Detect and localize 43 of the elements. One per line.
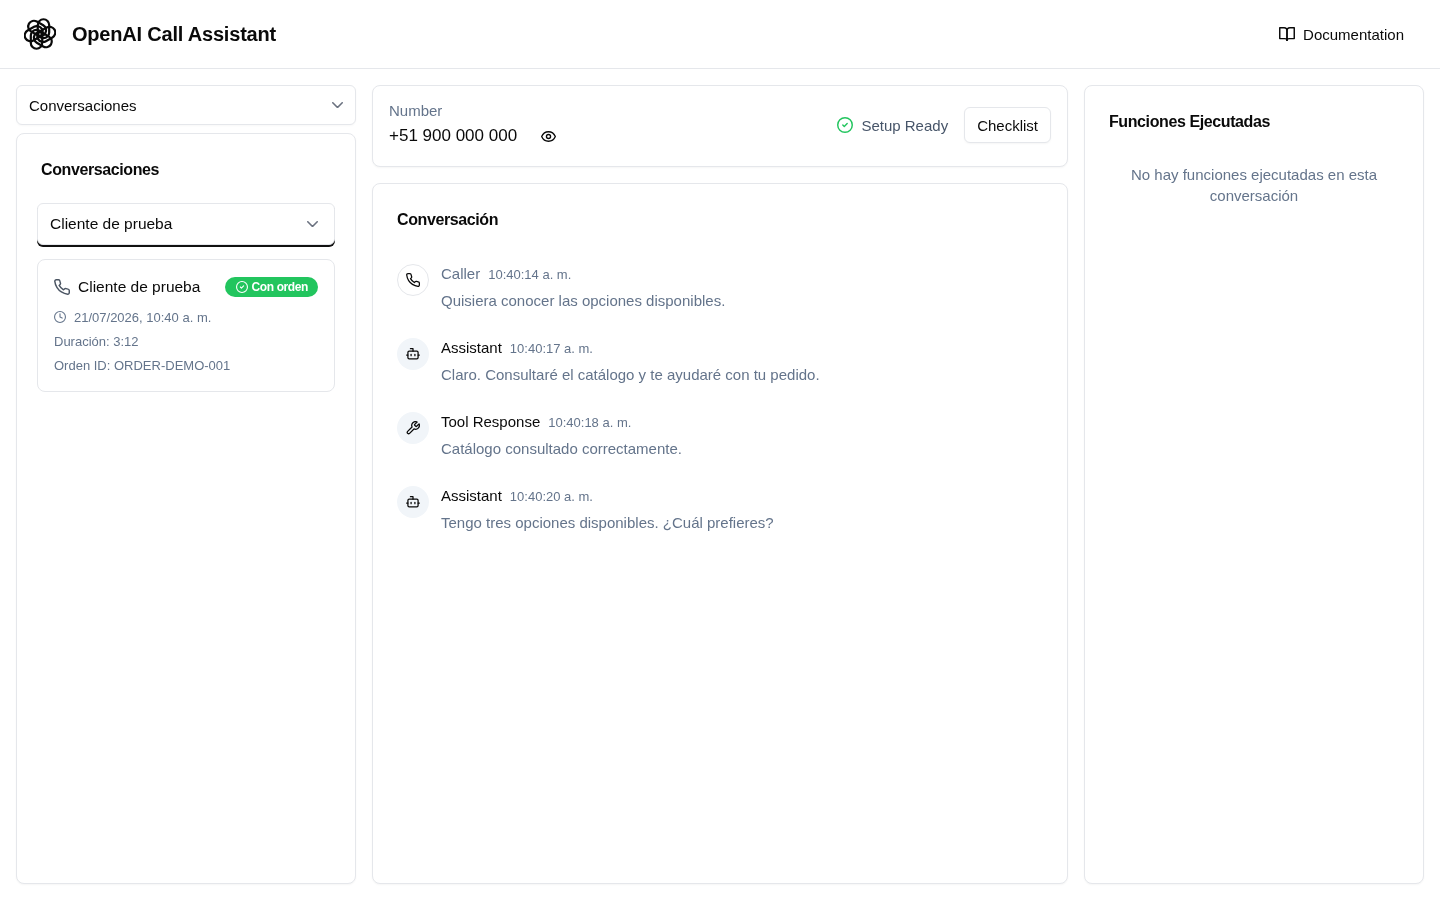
robot-icon [397,338,429,370]
setup-status: Setup Ready [861,116,949,134]
panel-heading: Conversaciones [40,160,160,180]
conversation-date: 21/07/2026, 10:40 a. m. [74,309,212,325]
order-id: Orden ID: ORDER-DEMO-001 [54,357,231,373]
client-filter-select[interactable]: Cliente de prueba [37,203,335,245]
phone-icon [54,279,70,295]
wrench-icon [397,412,429,444]
knot-logo [24,18,56,50]
check-circle-icon [837,117,854,133]
message-role: Assistant [441,338,502,358]
message-role: Assistant [441,486,502,506]
book-icon [1279,26,1296,42]
conversation-card[interactable]: Cliente de prueba Con orden 21/07/2026, 10:40 a. m. Duración: 3:12 Orden ID: ORDER-DEMO-001 [37,259,335,392]
checklist-button[interactable]: Checklist [964,107,1051,143]
chevron-down-icon [307,220,318,228]
conversation-duration: Duración: 3:12 [54,333,139,349]
message-role: Caller [441,264,481,284]
message-time: 10:40:17 a. m. [509,340,593,358]
message-text: Tengo tres opciones disponibles. ¿Cuál prefieres? [441,513,774,533]
message-role: Tool Response [441,412,541,432]
conversation-heading: Conversación [397,210,499,230]
phone-icon [397,264,429,296]
documentation-link[interactable]: Documentation [1267,17,1416,51]
badge-label: Con orden [251,280,308,294]
view-select[interactable]: Conversaciones [16,85,356,125]
robot-icon [397,486,429,518]
empty-message: No hay funciones ejecutadas en esta conversación [1130,165,1378,206]
conversation-name: Cliente de prueba [78,278,201,296]
chevron-down-icon [332,101,343,109]
eye-icon[interactable] [541,130,557,142]
message-time: 10:40:18 a. m. [548,414,632,432]
check-circle-icon [235,281,248,293]
functions-heading: Funciones Ejecutadas [1109,112,1271,132]
message-time: 10:40:20 a. m. [509,488,593,506]
number-label: Number [389,101,444,121]
phone-number: +51 900 000 000 [389,125,518,147]
message-text: Claro. Consultaré el catálogo y te ayudaré con tu pedido. [441,365,820,385]
message-time: 10:40:14 a. m. [488,266,572,284]
message-text: Catálogo consultado correctamente. [441,439,682,459]
clock-icon [54,311,66,323]
app-title: OpenAI Call Assistant [72,22,276,46]
message-text: Quisiera conocer las opciones disponibles. [441,291,726,311]
